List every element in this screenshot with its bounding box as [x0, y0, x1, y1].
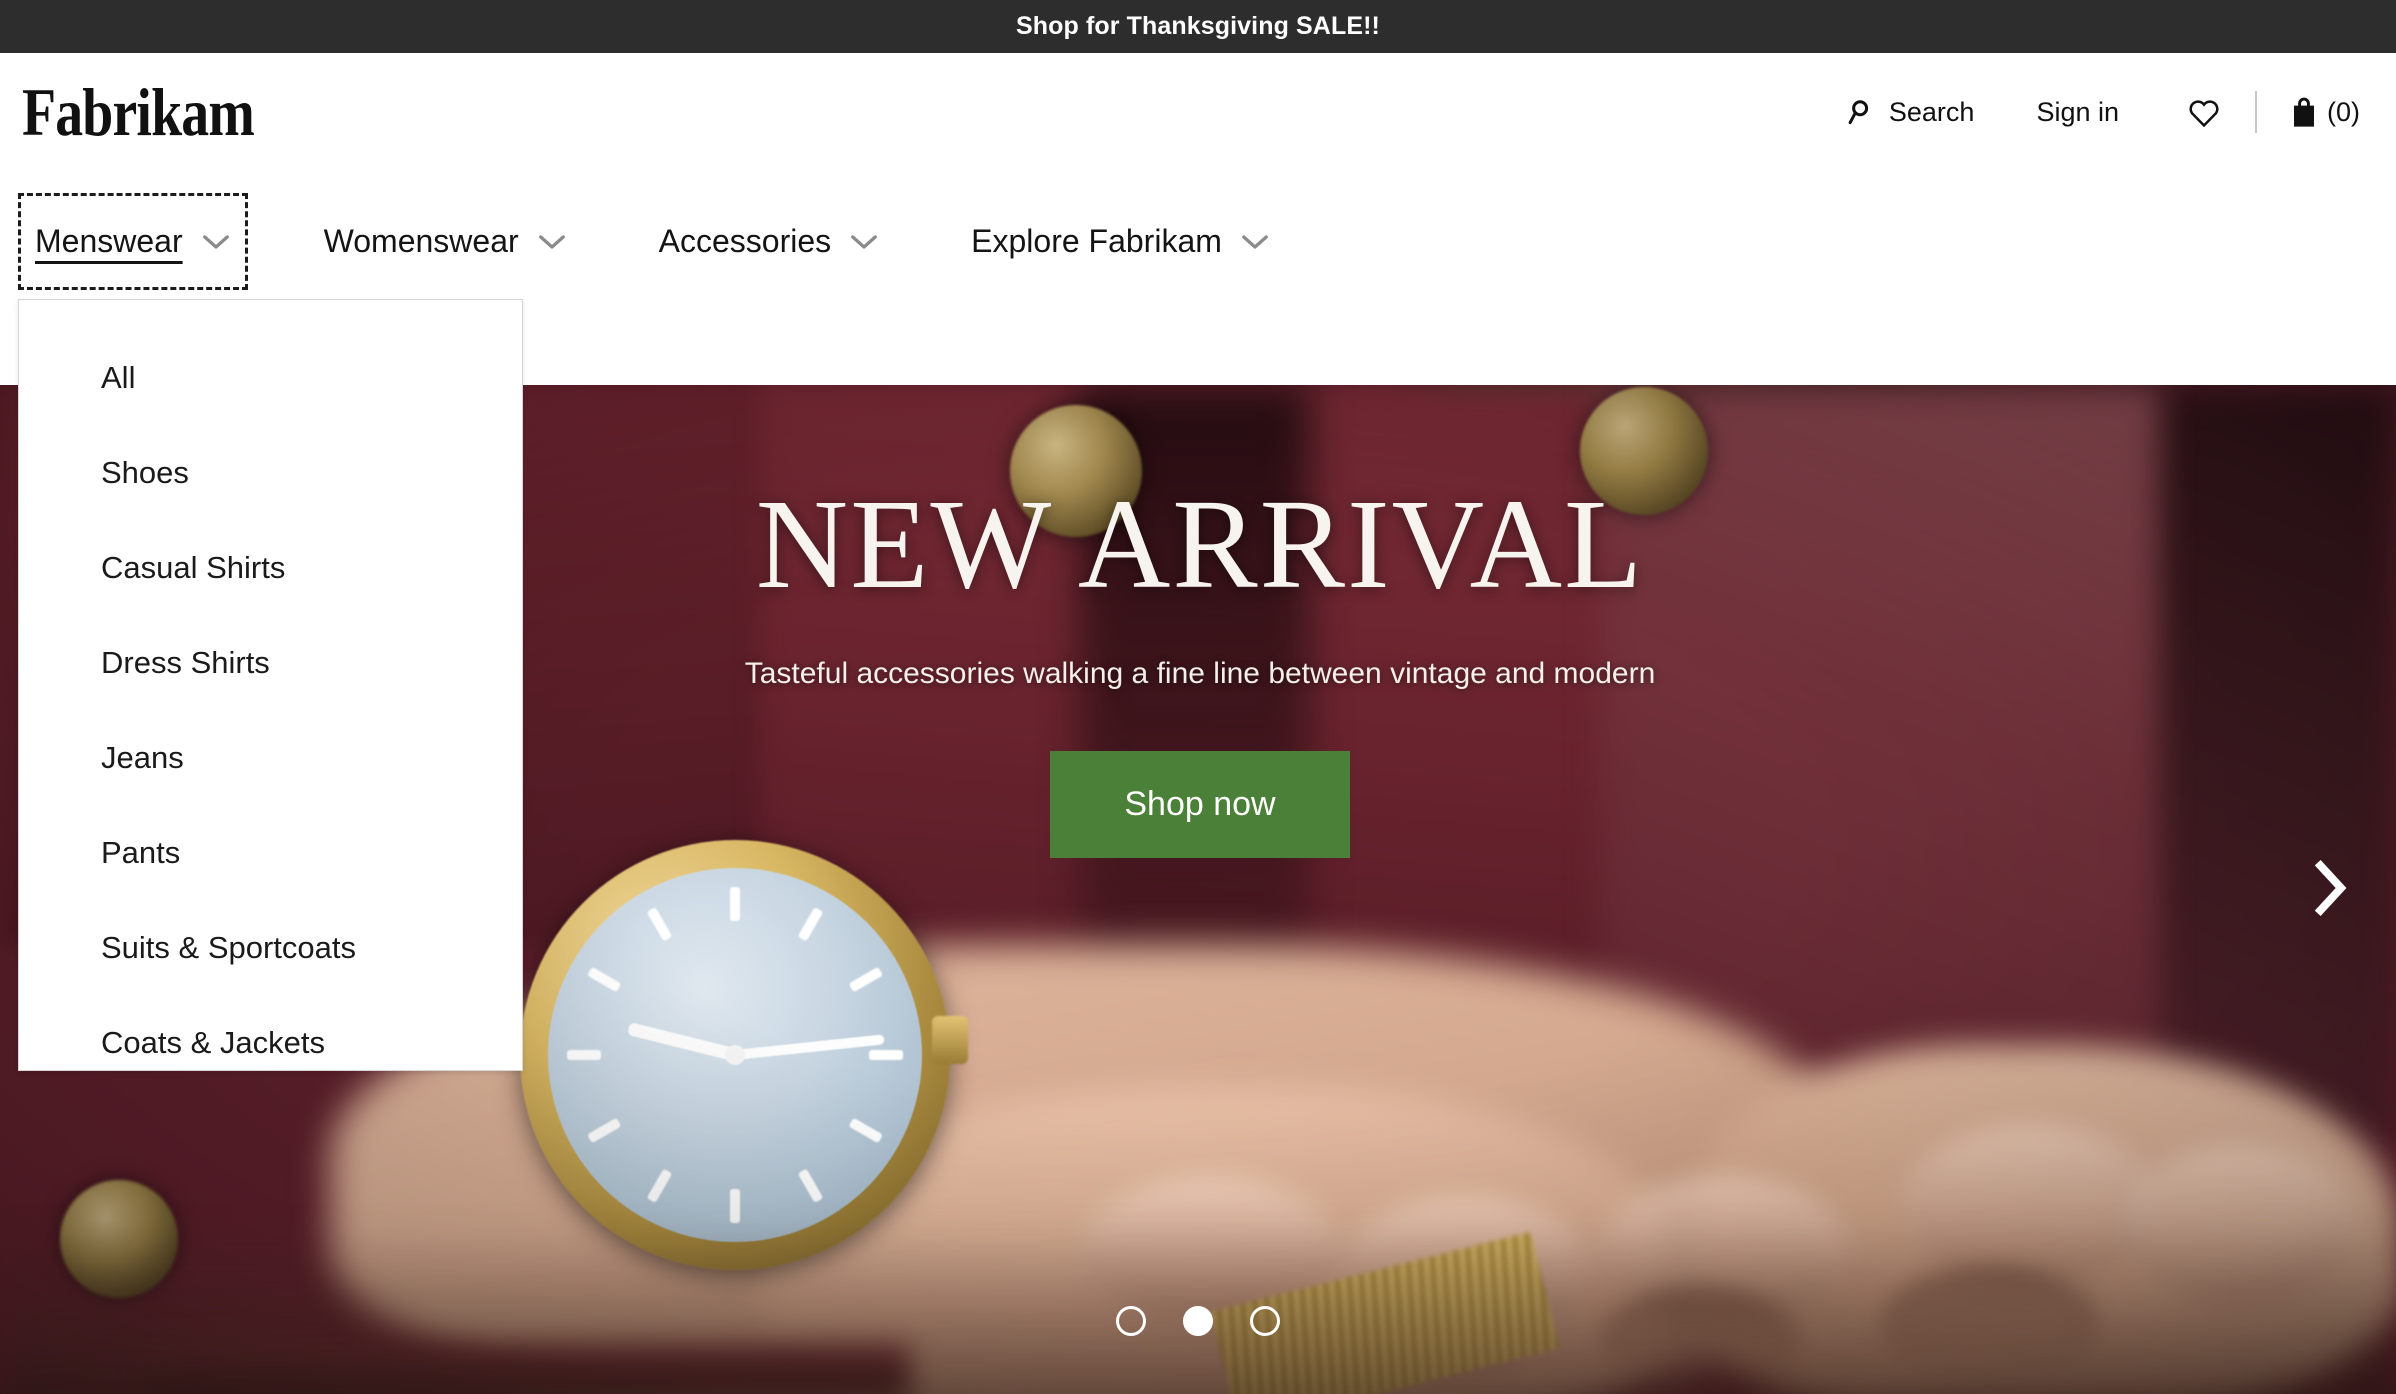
- hero-title: NEW ARRIVAL: [755, 473, 1645, 615]
- shopping-bag-button[interactable]: (0): [2289, 96, 2360, 128]
- chevron-down-icon: [201, 233, 231, 251]
- dropdown-item-suits-sportcoats[interactable]: Suits & Sportcoats: [19, 900, 522, 995]
- dropdown-item-all[interactable]: All: [19, 330, 522, 425]
- promo-banner: Shop for Thanksgiving SALE!!: [0, 0, 2396, 53]
- nav-item-womenswear[interactable]: Womenswear: [308, 193, 583, 290]
- nav-item-accessories-label: Accessories: [658, 223, 832, 259]
- shopping-bag-count: (0): [2327, 96, 2360, 127]
- chevron-down-icon: [1240, 233, 1270, 251]
- dropdown-item-jeans[interactable]: Jeans: [19, 710, 522, 805]
- promo-banner-text: Shop for Thanksgiving SALE!!: [1016, 12, 1380, 40]
- carousel-dot-2[interactable]: [1183, 1306, 1213, 1336]
- nav-item-accessories[interactable]: Accessories: [643, 193, 896, 290]
- nav-item-explore-fabrikam-label: Explore Fabrikam: [971, 223, 1222, 259]
- site-header: Fabrikam Search Sign in (0): [0, 53, 2396, 171]
- search-button[interactable]: Search: [1847, 96, 1975, 128]
- nav-item-menswear-label: Menswear: [35, 223, 183, 259]
- carousel-next-button[interactable]: [2294, 845, 2364, 935]
- carousel-dots: [0, 1306, 2396, 1336]
- menswear-dropdown-panel: All Shoes Casual Shirts Dress Shirts Jea…: [18, 299, 523, 1071]
- carousel-dot-1[interactable]: [1116, 1306, 1146, 1336]
- hero-subtitle: Tasteful accessories walking a fine line…: [744, 657, 1656, 691]
- main-navigation: Menswear Womenswear Accessories Explore …: [0, 171, 2396, 1071]
- search-icon: [1847, 97, 1877, 127]
- sign-in-label: Sign in: [2036, 96, 2119, 127]
- wishlist-button[interactable]: [2187, 97, 2221, 128]
- header-divider: [2255, 91, 2257, 133]
- dropdown-item-casual-shirts[interactable]: Casual Shirts: [19, 520, 522, 615]
- shopping-bag-icon: [2289, 96, 2319, 128]
- dropdown-item-dress-shirts[interactable]: Dress Shirts: [19, 615, 522, 710]
- shop-now-button[interactable]: Shop now: [1050, 751, 1350, 859]
- nav-item-menswear[interactable]: Menswear: [18, 193, 248, 290]
- brand-logo[interactable]: Fabrikam: [22, 78, 255, 146]
- chevron-down-icon: [849, 233, 879, 251]
- heart-icon: [2187, 97, 2221, 128]
- carousel-dot-3[interactable]: [1250, 1306, 1280, 1336]
- hero-content: NEW ARRIVAL Tasteful accessories walking…: [700, 385, 1700, 859]
- header-actions: Search Sign in (0): [1847, 53, 2360, 171]
- dropdown-item-coats-jackets[interactable]: Coats & Jackets: [19, 995, 522, 1090]
- nav-item-explore-fabrikam[interactable]: Explore Fabrikam: [955, 193, 1286, 290]
- chevron-down-icon: [537, 233, 567, 251]
- nav-item-womenswear-label: Womenswear: [323, 223, 519, 259]
- dropdown-item-shoes[interactable]: Shoes: [19, 425, 522, 520]
- sign-in-button[interactable]: Sign in: [2036, 97, 2119, 128]
- chevron-right-icon: [2308, 857, 2350, 922]
- search-label: Search: [1888, 96, 1975, 127]
- dropdown-item-pants[interactable]: Pants: [19, 805, 522, 900]
